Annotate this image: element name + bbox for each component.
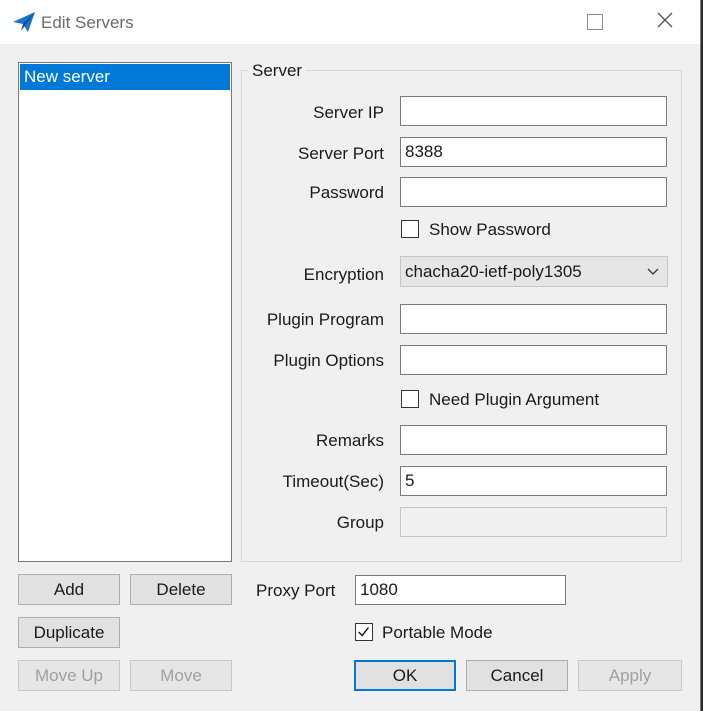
need-plugin-argument-checkbox[interactable]: [401, 390, 419, 408]
remarks-input[interactable]: [400, 425, 667, 455]
close-icon: [657, 12, 673, 28]
checkmark-icon: [358, 627, 370, 637]
remarks-label: Remarks: [315, 431, 384, 450]
group-input: [400, 507, 667, 537]
delete-button[interactable]: Delete: [130, 574, 232, 605]
window-title: Edit Servers: [41, 13, 134, 32]
proxy-port-input[interactable]: 1080: [355, 575, 566, 605]
server-group-title: Server: [248, 61, 307, 81]
duplicate-button[interactable]: Duplicate: [18, 617, 120, 648]
timeout-label: Timeout(Sec): [282, 472, 384, 491]
ok-button[interactable]: OK: [354, 660, 456, 691]
title-bar: Edit Servers: [0, 0, 700, 44]
group-label: Group: [336, 513, 384, 532]
timeout-input[interactable]: 5: [400, 466, 667, 496]
show-password-checkbox[interactable]: [401, 220, 419, 238]
plugin-program-label: Plugin Program: [266, 310, 384, 329]
proxy-port-label: Proxy Port: [256, 581, 336, 600]
move-up-button[interactable]: Move Up: [18, 660, 120, 691]
password-label: Password: [309, 183, 384, 202]
server-port-label: Server Port: [298, 144, 384, 163]
close-button[interactable]: [640, 0, 686, 44]
chevron-down-icon: [647, 268, 659, 275]
encryption-label: Encryption: [303, 265, 384, 284]
add-button[interactable]: Add: [18, 574, 120, 605]
encryption-select[interactable]: chacha20-ietf-poly1305: [400, 256, 668, 287]
server-port-input[interactable]: 8388: [400, 137, 667, 167]
maximize-button[interactable]: [570, 0, 616, 44]
cancel-button[interactable]: Cancel: [466, 660, 568, 691]
maximize-icon: [587, 14, 603, 30]
plugin-program-input[interactable]: [400, 304, 667, 334]
minimize-button[interactable]: [520, 0, 566, 44]
server-list[interactable]: New server: [18, 62, 232, 562]
move-down-button[interactable]: Move: [130, 660, 232, 691]
plugin-options-input[interactable]: [400, 345, 667, 375]
need-plugin-argument-label[interactable]: Need Plugin Argument: [429, 390, 599, 410]
portable-mode-checkbox[interactable]: [355, 623, 373, 641]
portable-mode-label[interactable]: Portable Mode: [382, 623, 493, 643]
password-input[interactable]: [400, 177, 667, 207]
server-ip-input[interactable]: [400, 96, 667, 126]
server-list-item[interactable]: New server: [20, 64, 230, 90]
encryption-value: chacha20-ietf-poly1305: [405, 262, 582, 281]
paper-plane-icon: [13, 12, 35, 32]
edit-servers-window: Edit Servers New server Server Server IP…: [0, 0, 701, 711]
plugin-options-label: Plugin Options: [273, 351, 384, 370]
apply-button[interactable]: Apply: [578, 660, 682, 691]
show-password-label[interactable]: Show Password: [429, 220, 551, 240]
server-ip-label: Server IP: [313, 103, 384, 122]
